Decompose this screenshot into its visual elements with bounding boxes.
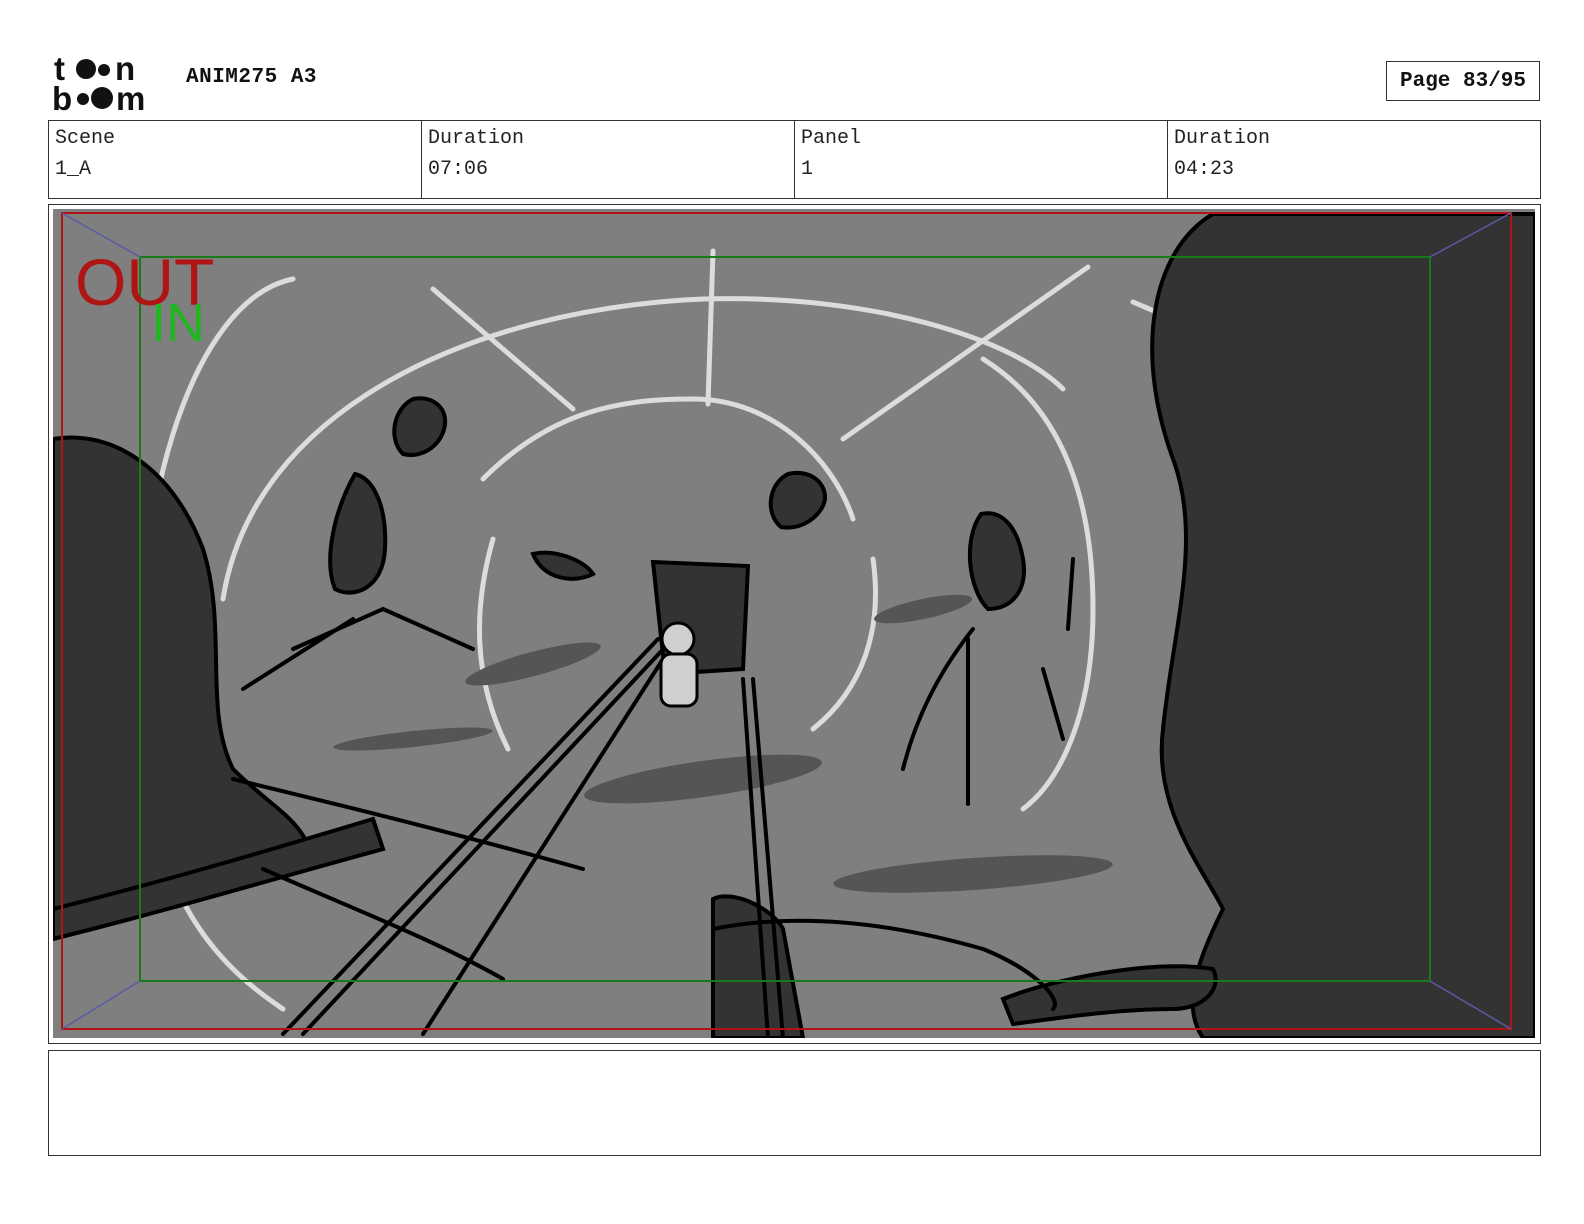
storyboard-panel-frame: OUT IN	[48, 204, 1541, 1044]
scene-value: 1_A	[55, 158, 92, 181]
panel-duration-value: 04:23	[1174, 158, 1235, 181]
scene-cell: Scene 1_A	[49, 121, 422, 198]
scene-duration-cell: Duration 07:06	[422, 121, 795, 198]
toonboom-logo: t n b m	[52, 52, 145, 114]
panel-cell: Panel 1	[795, 121, 1168, 198]
panel-label: Panel	[801, 127, 862, 150]
storyboard-sketch: OUT IN	[53, 212, 1535, 1038]
web-lines	[137, 248, 1176, 1012]
panel-duration-cell: Duration 04:23	[1168, 121, 1540, 198]
astronaut-figure	[659, 621, 699, 708]
scene-label: Scene	[55, 127, 116, 150]
svg-text:b: b	[52, 80, 72, 114]
storyboard-drawing: OUT IN	[53, 209, 1535, 1038]
in-label: IN	[151, 293, 205, 353]
panel-notes[interactable]	[48, 1050, 1541, 1156]
project-title: ANIM275 A3	[186, 66, 318, 89]
page-number: Page 83/95	[1386, 61, 1540, 101]
panel-value: 1	[801, 158, 814, 181]
dark-foliage-shapes	[53, 212, 1535, 1038]
scene-duration-value: 07:06	[428, 158, 489, 181]
panel-duration-label: Duration	[1174, 127, 1271, 150]
svg-text:m: m	[116, 80, 145, 114]
scene-info-table: Scene 1_A Duration 07:06 Panel 1 Duratio…	[48, 120, 1541, 199]
scene-duration-label: Duration	[428, 127, 525, 150]
